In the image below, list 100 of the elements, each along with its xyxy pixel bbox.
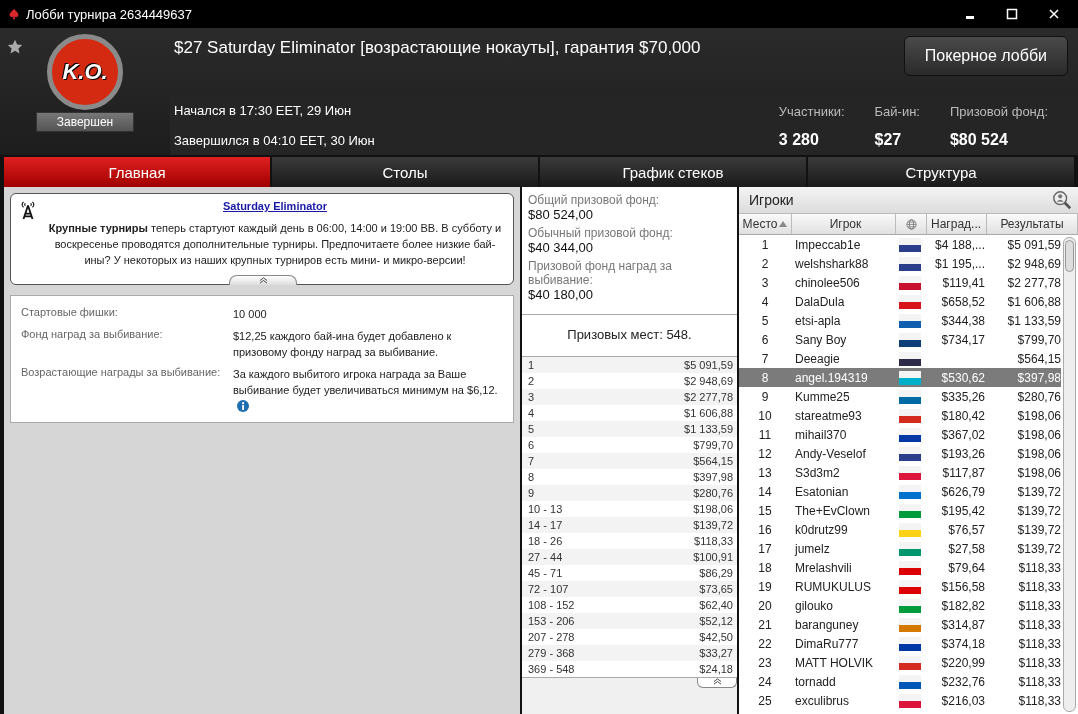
knockout-badge: K.O. [47, 34, 123, 110]
info-icon[interactable] [237, 400, 249, 412]
player-row[interactable]: 13 S3d3m2 $117,87 $198,06 [739, 463, 1061, 482]
player-row[interactable]: 10 stareatme93 $180,42 $198,06 [739, 406, 1061, 425]
payout-place: 279 - 368 [528, 647, 575, 659]
result-cell-text: $2 277,78 [1006, 275, 1061, 290]
place-cell-text: 22 [757, 636, 773, 651]
tab[interactable]: График стеков [540, 157, 806, 187]
tournament-title: $27 Saturday Eliminator [возрастающие нокауты], гарантия $70,000 [174, 38, 701, 58]
player-row[interactable]: 21 baranguney $314,87 $118,33 [739, 615, 1061, 634]
player-name: The+EvClown [794, 503, 872, 518]
player-name: k0drutz99 [794, 522, 849, 537]
payout-amount: $118,33 [694, 535, 733, 547]
player-row[interactable]: 6 Sany Boy $734,17 $799,70 [739, 330, 1061, 349]
bounty-cell: $344,38 [941, 313, 985, 328]
place-cell-text: 3 [760, 275, 770, 290]
bounty-cell: $626,79 [941, 484, 985, 499]
collapse-tab[interactable] [697, 678, 737, 688]
stat-label: Призовой фонд: [949, 104, 1048, 119]
bounty-cell: $79,64 [948, 560, 985, 575]
player-name: angel.194319 [794, 370, 869, 385]
bounty-cell: $216,03 [941, 693, 985, 708]
bounty-cell: $193,26 [941, 446, 985, 461]
stat-value: $80 524 [949, 131, 1009, 149]
place-cell-text: 8 [760, 370, 770, 385]
player-row[interactable]: 22 DimaRu777 $374,18 $118,33 [739, 634, 1061, 653]
result-cell-text: $2 948,69 [1006, 256, 1061, 271]
payout-amount: $24,18 [699, 663, 733, 675]
selected-player-row[interactable]: 8 angel.194319 $530,62 $397,98 [739, 368, 1061, 387]
star-icon[interactable] [6, 38, 24, 56]
result-cell-text: $118,33 [1017, 579, 1061, 594]
column-header[interactable]: Результаты [1000, 217, 1064, 231]
payout-place: 7 [528, 455, 535, 467]
payout-amount: $397,98 [693, 471, 733, 483]
result-cell-text: $118,33 [1017, 655, 1061, 670]
result-cell-text: $118,33 [1017, 693, 1061, 708]
maximize-icon[interactable] [1006, 8, 1018, 20]
player-row[interactable]: 1 Impeccab1e $4 188,... $5 091,59 [739, 235, 1061, 254]
player-row[interactable]: 18 Mrelashvili $79,64 $118,33 [739, 558, 1061, 577]
player-row[interactable]: 4 DalaDula $658,52 $1 606,88 [739, 292, 1061, 311]
column-header[interactable]: Игрок [829, 217, 862, 231]
globe-icon[interactable] [905, 218, 917, 230]
place-cell-text: 1 [760, 237, 770, 252]
prize-pool-label: Призовой фонд наград за выбивание: [528, 259, 674, 287]
news-title-link[interactable]: Saturday Eliminator [223, 200, 327, 212]
player-row[interactable]: 3 chinolee506 $119,41 $2 277,78 [739, 273, 1061, 292]
player-row[interactable]: 14 Esatonian $626,79 $139,72 [739, 482, 1061, 501]
player-row[interactable]: 12 Andy-Veselof $193,26 $198,06 [739, 444, 1061, 463]
player-row[interactable]: 24 tornadd $232,76 $118,33 [739, 672, 1061, 691]
payout-place: 45 - 71 [528, 567, 563, 579]
bounty-cell: $1 195,... [934, 256, 985, 271]
payout-amount: $564,15 [693, 455, 733, 467]
player-row[interactable]: 11 mihail370 $367,02 $198,06 [739, 425, 1061, 444]
prize-pool-value: $40 180,00 [528, 287, 595, 302]
player-name: jumelz [793, 541, 831, 556]
bounty-cell: $117,87 [942, 465, 985, 480]
poker-lobby-button[interactable]: Покерное лобби [903, 36, 1068, 76]
column-header[interactable]: Место [742, 217, 778, 231]
player-row[interactable]: 9 Kumme25 $335,26 $280,76 [739, 387, 1061, 406]
player-row[interactable]: 19 RUMUKULUS $156,58 $118,33 [739, 577, 1061, 596]
payout-amount: $52,12 [699, 615, 733, 627]
player-row[interactable]: 2 welshshark88 $1 195,... $2 948,69 [739, 254, 1061, 273]
detail-label: Возрастающие награды за выбивание: [21, 366, 222, 380]
place-cell-text: 2 [760, 256, 770, 271]
result-cell-text: $139,72 [1016, 503, 1061, 518]
tab[interactable]: Главная [4, 157, 270, 187]
place-cell-text: 20 [757, 598, 773, 613]
player-row[interactable]: 7 Deeagie $564,15 [739, 349, 1061, 368]
payout-place: 1 [528, 359, 535, 371]
player-name: exculibrus [794, 693, 851, 708]
bounty-cell: $27,58 [948, 541, 985, 556]
payout-amount: $42,50 [699, 631, 733, 643]
place-cell-text: 9 [760, 389, 770, 404]
bounty-cell: $232,76 [941, 674, 985, 689]
payout-place: 9 [528, 487, 535, 499]
news-text: Крупные турниры теперь стартуют каждый день в 06:00, 14:00 и 19:00 ВВ. В субботу и воскресенье проводятся дополнительные турниры. Предпочитаете более низкие бай-ины? У некоторых из наших крупных турниров есть мини- и микро-версии! [47, 221, 503, 268]
player-name: RUMUKULUS [794, 579, 872, 594]
payout-amount: $33,27 [699, 647, 733, 659]
player-name: Esatonian [794, 484, 850, 499]
double-chevron-icon [258, 277, 268, 284]
result-cell-text: $198,06 [1016, 427, 1061, 442]
place-cell-text: 16 [757, 522, 773, 537]
tab[interactable]: Структура [808, 157, 1074, 187]
player-row[interactable]: 20 gilouko $182,82 $118,33 [739, 596, 1061, 615]
player-row[interactable]: 15 The+EvClown $195,42 $139,72 [739, 501, 1061, 520]
close-icon[interactable] [1048, 8, 1060, 20]
start-time: Начался в 17:30 EET, 29 Июн [174, 103, 353, 119]
player-row[interactable]: 23 MATT HOLVIK $220,99 $118,33 [739, 653, 1061, 672]
result-cell-text: $139,72 [1016, 541, 1061, 556]
player-row[interactable]: 16 k0drutz99 $76,57 $139,72 [739, 520, 1061, 539]
player-row[interactable]: 17 jumelz $27,58 $139,72 [739, 539, 1061, 558]
player-row[interactable]: 5 etsi-apla $344,38 $1 133,59 [739, 311, 1061, 330]
tab[interactable]: Столы [272, 157, 538, 187]
collapse-tab[interactable] [229, 275, 297, 285]
player-name: DalaDula [794, 294, 846, 309]
player-row[interactable]: 25 exculibrus $216,03 $118,33 [739, 691, 1061, 710]
column-header[interactable]: Наград... [931, 217, 982, 231]
player-search-icon[interactable] [1052, 190, 1072, 210]
bounty-cell: $734,17 [941, 332, 985, 347]
prize-pool-label: Обычный призовой фонд: [528, 226, 674, 240]
